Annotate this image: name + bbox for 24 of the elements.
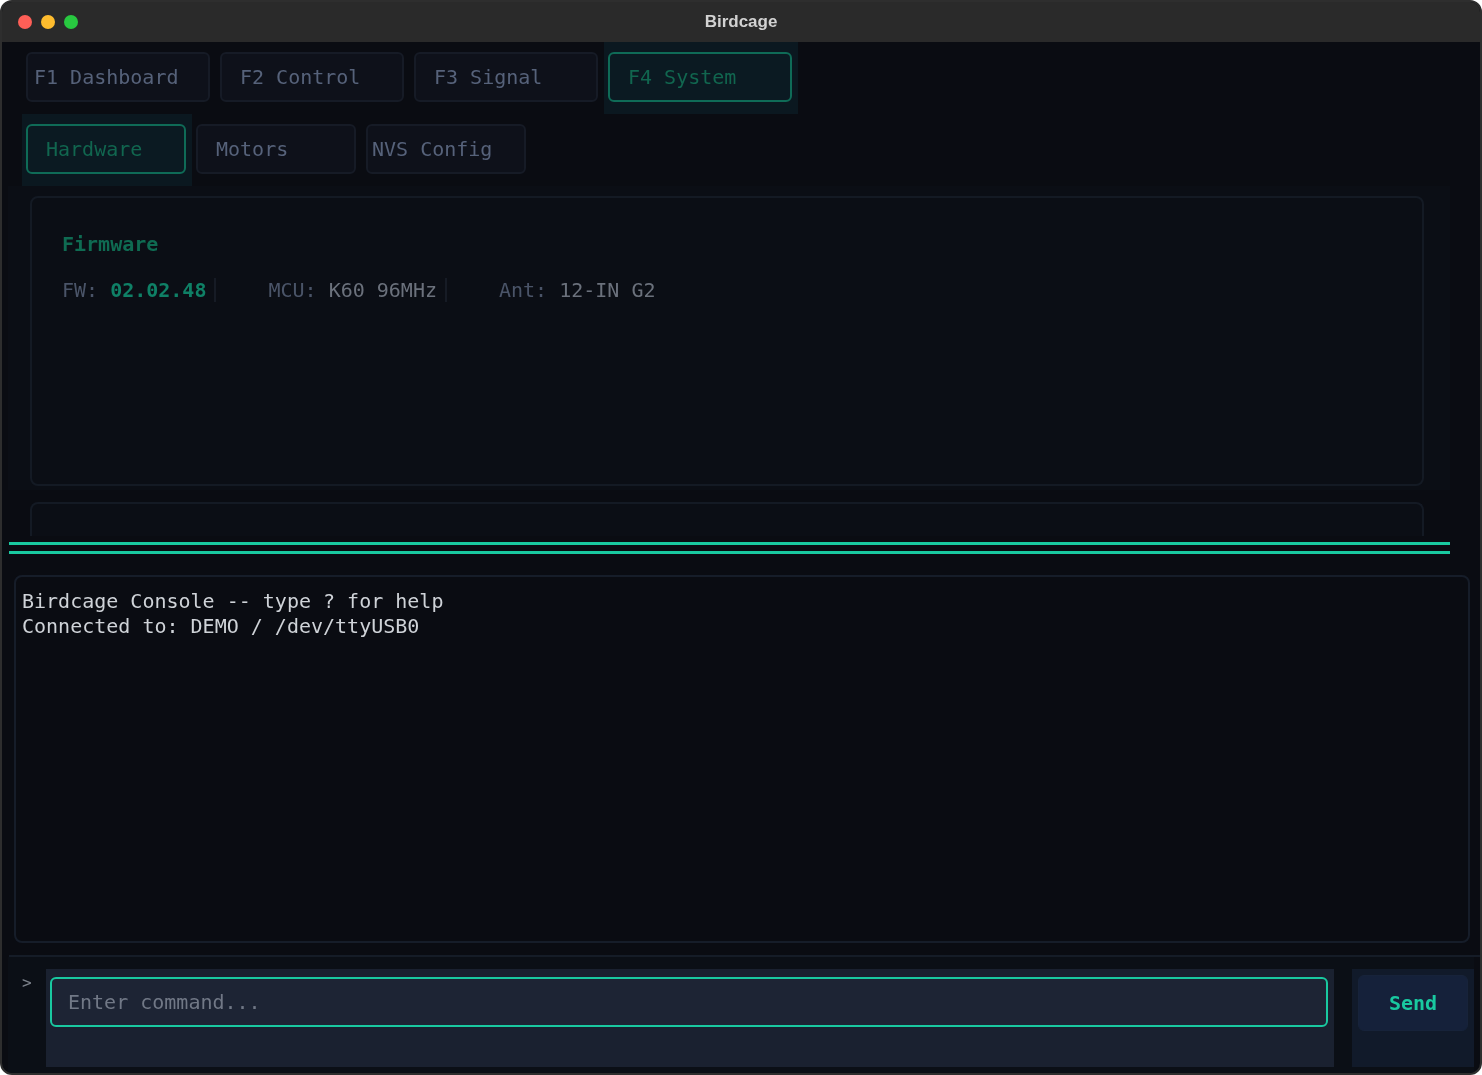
splitter-handle[interactable]: [9, 542, 1450, 554]
subtab[interactable]: Hardware: [26, 124, 186, 174]
command-input[interactable]: Enter command...: [50, 977, 1328, 1027]
zoom-button[interactable]: [64, 15, 78, 29]
field-label: Ant:: [499, 278, 548, 302]
prompt-symbol: >: [21, 972, 33, 994]
minimize-button[interactable]: [41, 15, 55, 29]
close-button[interactable]: [18, 15, 32, 29]
field-value: 12-IN G2: [559, 278, 656, 302]
field-value: 02.02.48: [110, 278, 207, 302]
tab[interactable]: F4 System: [608, 52, 792, 102]
window-title: Birdcage: [704, 12, 778, 31]
console-line: Connected to: DEMO / /dev/ttyUSB0: [22, 614, 421, 639]
field-label: FW:: [62, 278, 99, 302]
section-title: Firmware: [62, 232, 160, 256]
field-value: K60 96MHz: [328, 278, 437, 302]
tab[interactable]: F3 Signal: [414, 52, 598, 102]
field-label: MCU:: [268, 278, 317, 302]
subtab[interactable]: Motors: [196, 124, 356, 174]
send-button[interactable]: Send: [1358, 975, 1468, 1031]
subtab[interactable]: NVS Config: [366, 124, 526, 174]
tab[interactable]: F2 Control: [220, 52, 404, 102]
tab[interactable]: F1 Dashboard: [26, 52, 210, 102]
console-line: Birdcage Console -- type ? for help: [22, 589, 445, 614]
